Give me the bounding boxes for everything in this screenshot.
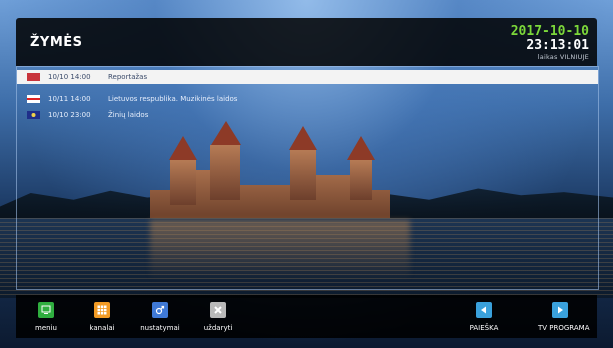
menu-button[interactable]: meniu [24,302,68,332]
channels-button[interactable]: kanalai [80,302,124,332]
reminder-title: Lietuvos respublika. Muzikinės laidos [108,95,238,103]
clock-timezone: laikas VILNIUJE [537,53,589,61]
settings-icon [152,302,168,318]
reminder-row[interactable]: 10/11 14:00 Lietuvos respublika. Muzikin… [17,92,598,106]
footer-bar: meniu kanalai nustatymai uždaryti PAIEŠK… [16,295,597,338]
clock: 2017-10-10 23:13:01 laikas VILNIUJE [511,25,589,62]
tv-guide-label: TV PROGRAMA [538,324,590,332]
tv-guide-button[interactable]: TV PROGRAMA [538,302,590,332]
search-button[interactable]: PAIEŠKA [462,302,506,332]
search-label: PAIEŠKA [469,324,499,332]
menu-label: meniu [35,324,57,332]
arrow-left-icon [476,302,492,318]
clock-time: 23:13:01 [526,38,589,53]
page-title: ŽYMĖS [30,35,83,50]
close-button[interactable]: uždaryti [196,302,240,332]
header-bar: ŽYMĖS 2017-10-10 23:13:01 laikas VILNIUJ… [16,18,597,66]
flag-icon [27,111,40,119]
reminder-list: 10/10 14:00 Reportažas 10/11 14:00 Lietu… [16,66,599,290]
arrow-right-icon [552,302,568,318]
reminder-title: Reportažas [108,73,148,81]
clock-date: 2017-10-10 [510,24,589,39]
grid-icon [94,302,110,318]
flag-icon [27,73,40,81]
reminder-row[interactable]: 10/10 23:00 Žinių laidos [17,108,598,122]
settings-label: nustatymai [140,324,180,332]
menu-icon [38,302,54,318]
flag-icon [27,95,40,103]
reminder-datetime: 10/11 14:00 [48,95,91,103]
reminder-datetime: 10/10 23:00 [48,111,91,119]
settings-button[interactable]: nustatymai [138,302,182,332]
reminder-title: Žinių laidos [108,111,149,119]
close-label: uždaryti [203,324,233,332]
reminder-row[interactable]: 10/10 14:00 Reportažas [17,70,598,84]
channels-label: kanalai [89,324,115,332]
reminder-datetime: 10/10 14:00 [48,73,91,81]
close-icon [210,302,226,318]
